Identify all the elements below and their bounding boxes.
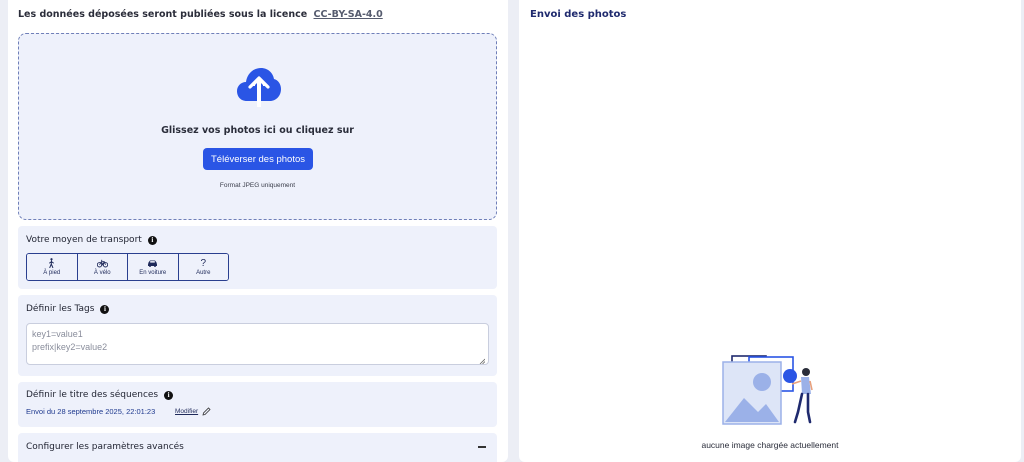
cloud-upload-icon [237, 68, 281, 107]
transport-options: À pied À vélo En voiture ? Autre [26, 253, 229, 281]
car-icon [148, 260, 158, 267]
transport-label: Autre [196, 269, 211, 276]
tags-section: Définir les Tags i [18, 295, 497, 376]
tags-title: Définir les Tags i [26, 304, 110, 314]
upload-panel-title: Envoi des photos [530, 9, 627, 20]
transport-label: À vélo [93, 270, 111, 276]
advanced-section[interactable]: Configurer les paramètres avancés [18, 433, 497, 462]
walking-icon [49, 258, 55, 268]
bicycle-icon [96, 259, 108, 268]
transport-option-other[interactable]: ? Autre [178, 254, 228, 280]
sequence-title: Définir le titre des séquences i [26, 390, 174, 400]
tags-input[interactable] [26, 323, 489, 365]
modify-title-link[interactable]: Modifier [175, 407, 211, 416]
advanced-title: Configurer les paramètres avancés [26, 442, 184, 452]
sequence-section: Définir le titre des séquences i Envoi d… [18, 382, 497, 427]
license-notice: Les données déposées seront publiées sou… [18, 9, 383, 20]
resize-handle-icon[interactable] [479, 358, 485, 364]
transport-title: Votre moyen de transport i [26, 235, 157, 245]
dropzone-text: Glissez vos photos ici ou cliquez sur [161, 125, 354, 136]
upload-photos-button[interactable]: Téléverser des photos [203, 148, 313, 170]
info-icon[interactable]: i [164, 390, 174, 400]
empty-photos-illustration [722, 355, 813, 425]
question-icon: ? [200, 257, 207, 269]
info-icon[interactable]: i [100, 304, 110, 314]
photo-dropzone[interactable]: Glissez vos photos ici ou cliquez sur Té… [18, 33, 497, 220]
collapse-icon[interactable] [478, 446, 486, 448]
info-icon[interactable]: i [147, 235, 157, 245]
format-note: Format JPEG uniquement [219, 182, 296, 189]
transport-section: Votre moyen de transport i À pied À vélo [18, 226, 497, 289]
sequence-title-text: Définir le titre des séquences [26, 390, 159, 400]
transport-option-walking[interactable]: À pied [27, 254, 78, 280]
transport-title-text: Votre moyen de transport [26, 235, 142, 245]
modify-label: Modifier [175, 408, 199, 415]
transport-option-car[interactable]: En voiture [128, 254, 179, 280]
license-link[interactable]: CC-BY-SA-4.0 [314, 9, 383, 20]
pencil-icon [202, 407, 211, 416]
transport-option-bicycle[interactable]: À vélo [77, 254, 128, 280]
tags-title-text: Définir les Tags [26, 304, 95, 314]
sequence-value: Envoi du 28 septembre 2025, 22:01:23 [26, 407, 156, 416]
transport-label: À pied [43, 270, 61, 276]
left-panel: Les données déposées seront publiées sou… [8, 0, 508, 462]
license-text: Les données déposées seront publiées sou… [18, 9, 308, 20]
empty-state-text: aucune image chargée actuellement [701, 440, 839, 450]
right-panel: Envoi des photos aucune image chargée ac… [519, 0, 1021, 462]
transport-label: En voiture [139, 270, 167, 276]
